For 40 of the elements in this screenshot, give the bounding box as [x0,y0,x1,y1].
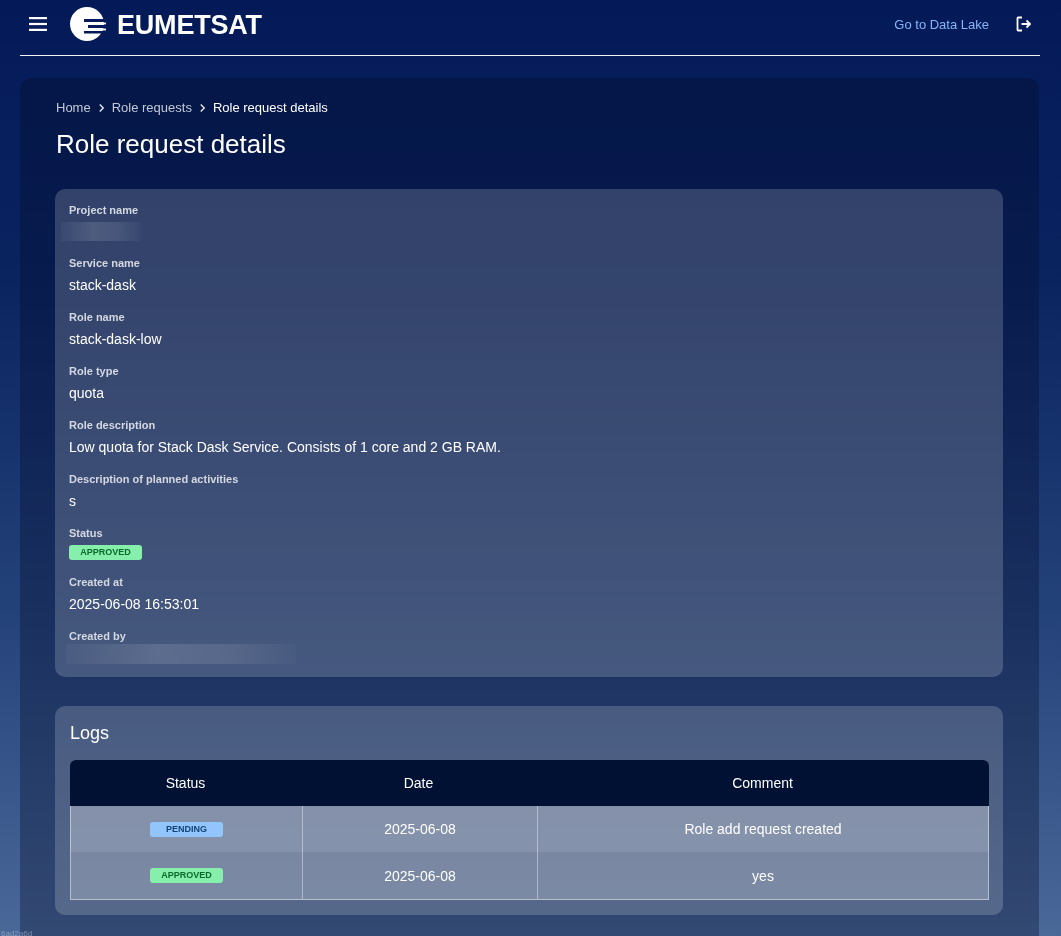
page-title: Role request details [56,128,286,160]
column-header: Status [164,774,207,793]
chevron-right-icon [97,103,105,113]
field-value: 2025-06-08 16:53:01 [69,595,199,614]
logo-text: EUMETSAT [117,10,262,40]
field-label: Created at [69,575,123,589]
field-value: Low quota for Stack Dask Service. Consists of 1 core and 2 GB RAM. [69,438,501,457]
logo-icon [70,6,106,42]
logout-button[interactable] [1015,15,1032,33]
field-label: Role description [69,418,156,432]
menu-icon [29,17,47,31]
breadcrumb-link[interactable]: Role requests [111,100,192,116]
data-lake-link[interactable]: Go to Data Lake [894,16,989,32]
status-badge: APPROVED [69,545,142,560]
field-label: Created by [69,629,126,643]
table-cell: 2025-06-08 [302,806,537,852]
field-value: stack-dask [69,276,136,295]
field-value: stack-dask-low [69,330,162,349]
logout-icon [1015,16,1032,32]
breadcrumb-link[interactable]: Home [56,100,91,116]
field-label: Status [69,526,103,540]
chevron-right-icon [198,103,206,113]
breadcrumb-current: Role request details [212,100,328,116]
field-value: quota [69,384,105,403]
table-cell: yes [537,852,988,899]
column-header: Comment [731,774,794,793]
field-value: s [69,492,76,511]
status-badge: APPROVED [150,868,223,883]
field-label: Role type [69,364,119,378]
field-label: Description of planned activities [69,472,239,486]
field-label: Project name [69,203,139,217]
column-header: Date [402,774,435,793]
field-label: Role name [69,310,125,324]
status-badge: PENDING [150,821,223,837]
table-cell: Role add request created [537,806,988,852]
menu-button[interactable] [28,16,48,32]
table-cell: 2025-06-08 [302,852,537,899]
field-label: Service name [69,256,140,270]
version-text: 6ad2a6d [1,929,33,936]
section-title: Logs [70,722,110,744]
